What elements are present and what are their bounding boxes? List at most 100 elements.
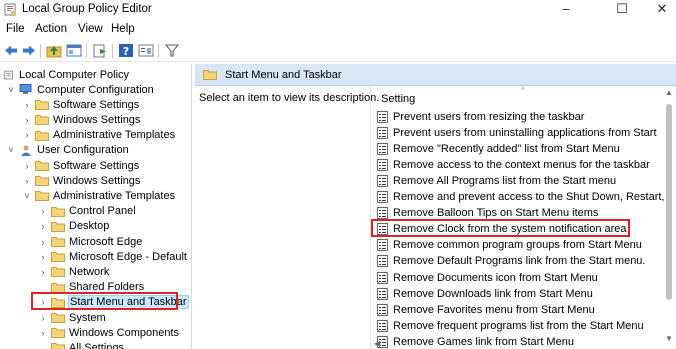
setting-row[interactable]: Remove Downloads link from Start Menu (377, 286, 665, 301)
policy-setting-icon (377, 158, 388, 171)
setting-row[interactable]: Prevent users from resizing the taskbar (377, 109, 665, 124)
folder-icon (35, 130, 49, 141)
chevron-right-icon[interactable]: › (22, 130, 32, 140)
menu-action[interactable]: Action (35, 23, 67, 35)
tree-node[interactable]: › Control Panel (38, 204, 136, 219)
properties-icon[interactable] (138, 43, 154, 58)
folder-icon (35, 160, 49, 171)
chevron-right-icon[interactable]: › (38, 206, 48, 216)
folder-icon (51, 251, 65, 263)
folder-icon (35, 114, 49, 126)
tree-node[interactable]: › System (38, 310, 106, 325)
setting-label: Remove Balloon Tips on Start Menu items (393, 207, 599, 220)
setting-label: Prevent users from resizing the taskbar (393, 110, 585, 123)
back-arrow-icon[interactable] (3, 43, 19, 58)
tree-node[interactable]: All Settings (38, 340, 124, 349)
chevron-right-icon[interactable]: › (22, 100, 32, 110)
tree-node[interactable]: › Software Settings (22, 97, 140, 112)
menu-help[interactable]: Help (111, 23, 135, 35)
folder-icon (35, 99, 49, 111)
chevron-down-icon[interactable]: ˅ (6, 145, 16, 155)
setting-row[interactable]: Remove Favorites menu from Start Menu (377, 302, 665, 317)
setting-row[interactable]: Remove common program groups from Start … (377, 238, 665, 253)
policy-setting-icon (377, 303, 388, 316)
toolbar: ? (0, 40, 676, 62)
setting-label: Remove common program groups from Start … (393, 239, 642, 252)
chevron-right-icon[interactable]: › (38, 328, 48, 338)
tree-node[interactable]: › Software Settings (22, 158, 140, 173)
tree-node[interactable]: › Microsoft Edge - Default Se (38, 249, 192, 264)
window-title: Local Group Policy Editor (22, 3, 152, 15)
menu-view[interactable]: View (78, 23, 103, 35)
setting-row[interactable]: Prevent users from uninstalling applicat… (377, 125, 665, 140)
tree-node-label: Microsoft Edge (69, 235, 143, 248)
setting-row[interactable]: Remove Games link from Start Menu (377, 334, 665, 349)
policy-setting-icon (377, 142, 388, 155)
chevron-right-icon[interactable]: › (38, 252, 48, 262)
setting-label: Remove access to the context menus for t… (393, 158, 650, 171)
setting-row[interactable]: Remove and prevent access to the Shut Do… (377, 190, 665, 205)
tree-node[interactable]: › Network (38, 264, 110, 279)
minimize-button[interactable]: – (544, 0, 588, 20)
tree-node-label: Control Panel (69, 205, 136, 218)
tree-node-label: Windows Settings (53, 113, 141, 126)
vertical-scrollbar[interactable]: ▲ ▼ (662, 86, 676, 349)
folder-icon (51, 206, 65, 217)
scrollbar-thumb[interactable] (666, 104, 672, 300)
scroll-down-icon[interactable]: ▼ (662, 334, 676, 343)
chevron-right-icon[interactable]: › (38, 237, 48, 247)
policy-setting-icon (377, 207, 388, 220)
tree-node-label: Windows Settings (53, 174, 141, 187)
setting-row[interactable]: Remove Default Programs link from the St… (377, 254, 665, 269)
chevron-right-icon[interactable]: › (22, 115, 32, 125)
tree-node[interactable]: ˅ User Configuration (6, 143, 128, 158)
setting-row[interactable]: Remove "Recently added" list from Start … (377, 141, 665, 156)
up-folder-icon[interactable] (46, 43, 62, 58)
folder-icon (35, 190, 49, 202)
setting-label: Remove Games link from Start Menu (393, 335, 574, 348)
setting-label: Remove All Programs list from the Start … (393, 174, 617, 187)
folder-icon (51, 266, 65, 278)
tree-node[interactable]: ˅ Computer Configuration (6, 82, 153, 97)
svg-text:?: ? (123, 45, 129, 58)
tree-node-label: Software Settings (53, 159, 140, 172)
tree-node[interactable]: › Microsoft Edge (38, 234, 143, 249)
folder-icon (51, 327, 65, 339)
tree-node[interactable]: › Windows Settings (22, 173, 141, 188)
setting-row[interactable]: Remove access to the context menus for t… (377, 157, 665, 172)
menu-file[interactable]: File (6, 23, 25, 35)
help-icon[interactable]: ? (118, 43, 134, 58)
setting-label: Remove "Recently added" list from Start … (393, 142, 620, 155)
show-hide-tree-icon[interactable] (66, 43, 82, 58)
column-header-setting[interactable]: ^ Setting (371, 86, 661, 108)
tree-node-label: Software Settings (53, 98, 140, 111)
close-button[interactable]: ✕ (640, 0, 676, 20)
folder-icon (51, 236, 65, 247)
forward-arrow-icon[interactable] (21, 43, 37, 58)
chevron-right-icon[interactable]: › (38, 313, 48, 323)
chevron-right-icon[interactable]: › (22, 176, 32, 186)
chevron-right-icon[interactable]: › (38, 267, 48, 277)
export-icon[interactable] (92, 43, 108, 58)
setting-row[interactable]: Remove Documents icon from Start Menu (377, 270, 665, 285)
maximize-button[interactable]: ☐ (600, 0, 644, 20)
chevron-right-icon[interactable]: › (38, 221, 48, 231)
policy-setting-icon (377, 239, 388, 252)
tree-node[interactable]: › Desktop (38, 219, 110, 234)
tree-node[interactable]: ˅ Administrative Templates (22, 188, 175, 203)
setting-row[interactable]: Remove frequent programs list from the S… (377, 318, 665, 333)
filter-icon[interactable] (164, 43, 180, 58)
tree-node-label: Administrative Templates (53, 129, 176, 142)
tree-node[interactable]: › Administrative Templates (22, 128, 176, 143)
chevron-down-icon[interactable]: ˅ (6, 85, 16, 95)
chevron-down-icon[interactable]: ˅ (22, 191, 32, 201)
chevron-right-icon[interactable]: › (22, 161, 32, 171)
tree-root[interactable]: Local Computer Policy (4, 67, 129, 82)
setting-row[interactable]: Remove All Programs list from the Start … (377, 173, 665, 188)
selected-node-highlight (31, 292, 178, 310)
scroll-left-icon[interactable]: ◀ (374, 339, 380, 348)
folder-icon (51, 312, 65, 323)
tree-node[interactable]: › Windows Settings (22, 112, 141, 127)
scroll-up-icon[interactable]: ▲ (662, 88, 676, 97)
tree-node[interactable]: › Windows Components (38, 325, 180, 340)
